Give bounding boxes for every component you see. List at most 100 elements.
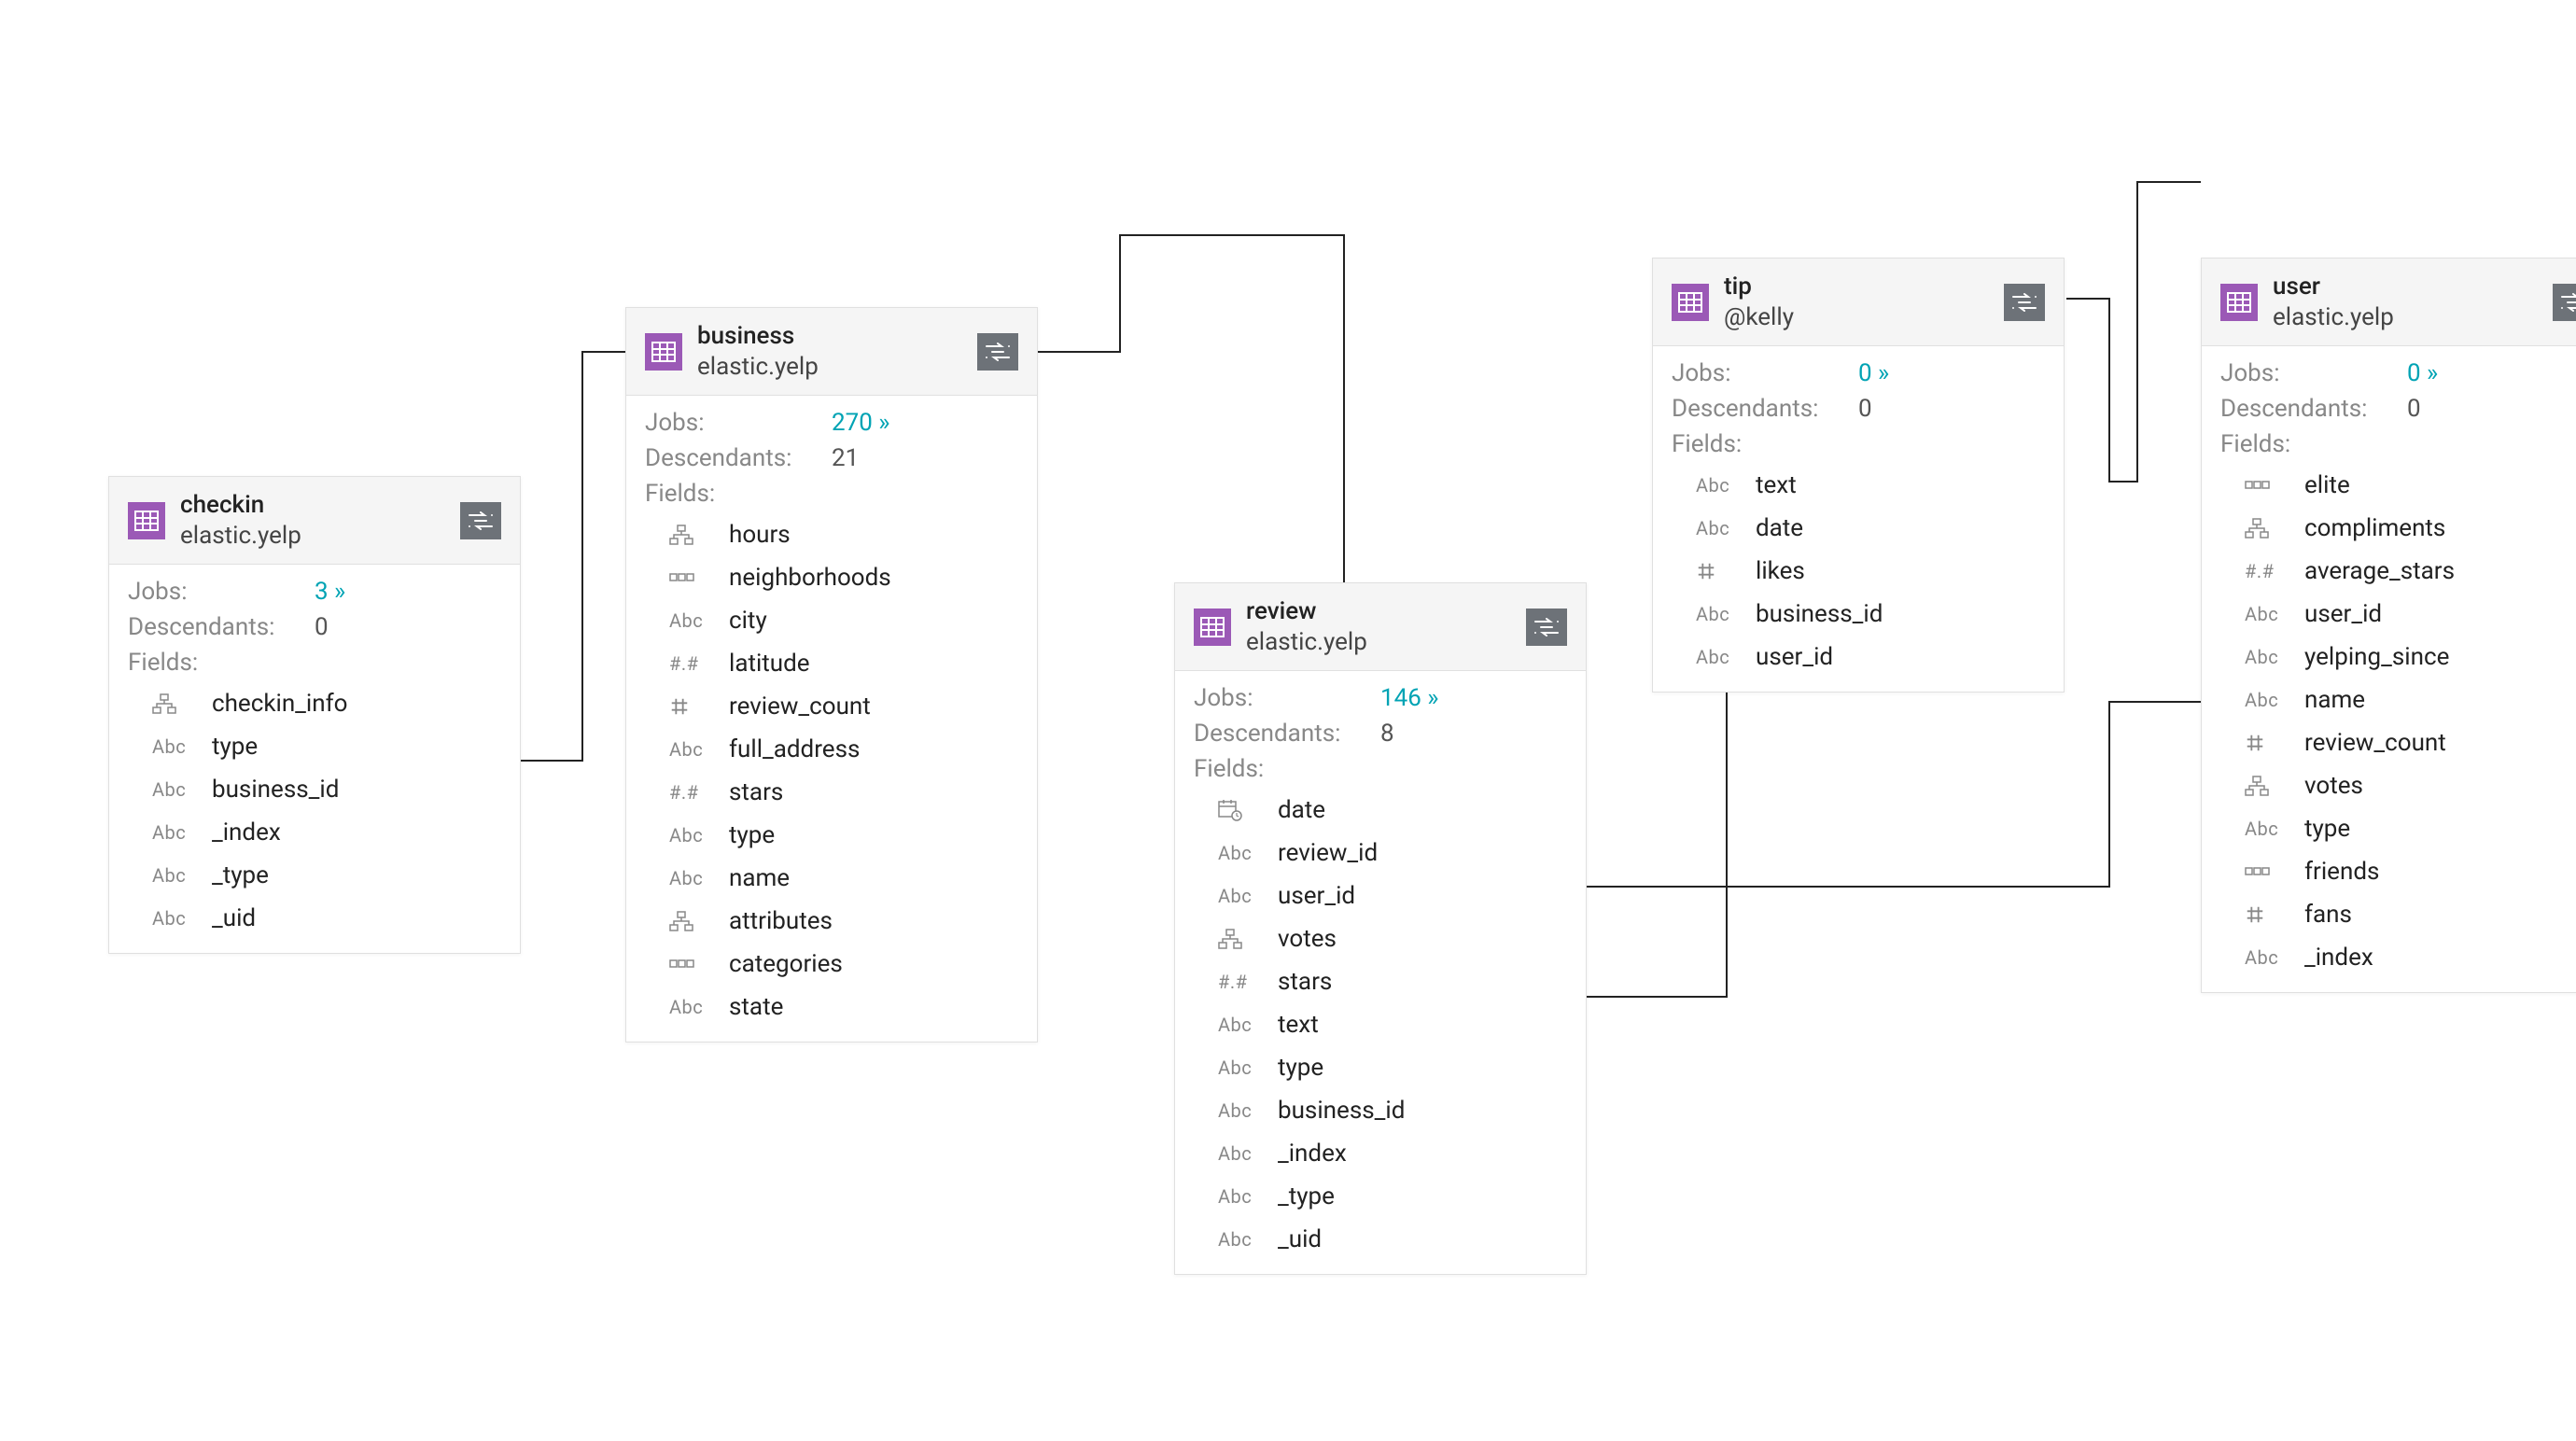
jobs-link[interactable]: 270 » [832,409,889,437]
table-icon [2220,284,2258,321]
field-row[interactable]: neighborhoods [645,556,1018,599]
transform-button[interactable] [2553,284,2576,321]
field-row[interactable]: #.#stars [645,771,1018,814]
field-row[interactable]: Abcbusiness_id [1672,593,2045,636]
field-row[interactable]: Abcfull_address [645,728,1018,771]
float-type-icon: #.# [1218,971,1278,993]
field-name: _index [1278,1140,1347,1168]
jobs-label: Jobs: [645,409,832,437]
string-type-icon: Abc [1696,474,1756,497]
string-type-icon: Abc [152,821,212,844]
transform-button[interactable] [2004,284,2045,321]
string-type-icon: Abc [2245,946,2304,969]
field-row[interactable]: checkin_info [128,682,501,725]
card-subtitle: @kelly [1724,302,1989,333]
field-row[interactable]: Abctype [645,814,1018,857]
field-row[interactable]: Abc_uid [1194,1218,1567,1261]
field-row[interactable]: #.#stars [1194,960,1567,1003]
field-row[interactable]: hours [645,513,1018,556]
field-row[interactable]: review_count [645,685,1018,728]
jobs-link[interactable]: 146 » [1380,684,1438,712]
transform-button[interactable] [1526,609,1567,646]
field-row[interactable]: Abc_index [128,811,501,854]
transform-button[interactable] [977,333,1018,371]
field-row[interactable]: #.#latitude [645,642,1018,685]
field-row[interactable]: votes [2220,764,2576,807]
jobs-label: Jobs: [1194,684,1380,712]
field-name: date [1278,796,1325,824]
field-row[interactable]: Abctext [1194,1003,1567,1046]
float-type-icon: #.# [669,781,729,804]
field-row[interactable]: categories [645,943,1018,986]
card-header: tip@kelly [1653,259,2064,346]
field-row[interactable]: Abcname [645,857,1018,900]
field-row[interactable]: Abccity [645,599,1018,642]
field-row[interactable]: Abcstate [645,986,1018,1028]
jobs-link[interactable]: 3 » [315,578,345,606]
field-name: hours [729,521,791,549]
field-row[interactable]: Abcyelping_since [2220,636,2576,679]
field-name: neighborhoods [729,564,891,592]
field-row[interactable]: Abcuser_id [1672,636,2045,679]
field-name: average_stars [2304,557,2455,585]
entity-card-review[interactable]: reviewelastic.yelpJobs:146 »Descendants:… [1174,582,1587,1275]
entity-card-user[interactable]: userelastic.yelpJobs:0 »Descendants:0Fie… [2201,258,2576,993]
card-title: user [2273,272,2538,302]
string-type-icon: Abc [1218,1014,1278,1036]
field-row[interactable]: Abc_type [1194,1175,1567,1218]
field-row[interactable]: Abctype [128,725,501,768]
field-row[interactable]: Abcname [2220,679,2576,721]
field-name: stars [1278,968,1332,996]
string-type-icon: Abc [152,907,212,930]
field-row[interactable]: likes [1672,550,2045,593]
field-row[interactable]: Abcreview_id [1194,832,1567,874]
field-row[interactable]: Abc_type [128,854,501,897]
struct-type-icon [669,525,729,545]
field-row[interactable]: attributes [645,900,1018,943]
field-name: city [729,607,767,635]
jobs-row: Jobs:0 » [2220,356,2576,391]
field-row[interactable]: friends [2220,850,2576,893]
entity-card-tip[interactable]: tip@kellyJobs:0 »Descendants:0Fields:Abc… [1652,258,2065,693]
struct-type-icon [669,911,729,931]
field-row[interactable]: Abcuser_id [1194,874,1567,917]
field-name: attributes [729,907,833,935]
field-row[interactable]: Abc_index [1194,1132,1567,1175]
field-name: user_id [2304,600,2382,628]
field-name: yelping_since [2304,643,2449,671]
field-row[interactable]: #.#average_stars [2220,550,2576,593]
field-name: name [729,864,790,892]
entity-card-checkin[interactable]: checkinelastic.yelpJobs:3 »Descendants:0… [108,476,521,954]
field-row[interactable]: review_count [2220,721,2576,764]
field-name: text [1756,471,1797,499]
field-row[interactable]: Abcbusiness_id [128,768,501,811]
field-row[interactable]: Abcdate [1672,507,2045,550]
field-row[interactable]: fans [2220,893,2576,936]
field-row[interactable]: votes [1194,917,1567,960]
card-title: business [697,321,962,352]
jobs-link[interactable]: 0 » [1858,359,1889,387]
float-type-icon: #.# [669,652,729,675]
field-row[interactable]: Abctype [1194,1046,1567,1089]
field-name: state [729,993,783,1021]
field-row[interactable]: Abcuser_id [2220,593,2576,636]
field-row[interactable]: Abctype [2220,807,2576,850]
field-row[interactable]: date [1194,789,1567,832]
descendants-value: 21 [832,444,859,472]
field-row[interactable]: Abctext [1672,464,2045,507]
field-row[interactable]: Abc_uid [128,897,501,940]
field-row[interactable]: Abcbusiness_id [1194,1089,1567,1132]
entity-card-business[interactable]: businesselastic.yelpJobs:270 »Descendant… [625,307,1038,1042]
card-titles: businesselastic.yelp [682,321,977,382]
card-title: checkin [180,490,445,521]
transform-button[interactable] [460,502,501,539]
card-body: Jobs:3 »Descendants:0Fields:checkin_info… [109,565,520,953]
string-type-icon: Abc [1696,646,1756,668]
descendants-row: Descendants:0 [2220,391,2576,427]
field-row[interactable]: Abc_index [2220,936,2576,979]
jobs-row: Jobs:0 » [1672,356,2045,391]
field-row[interactable]: compliments [2220,507,2576,550]
jobs-link[interactable]: 0 » [2407,359,2438,387]
field-row[interactable]: elite [2220,464,2576,507]
field-list: checkin_infoAbctypeAbcbusiness_idAbc_ind… [128,682,501,940]
